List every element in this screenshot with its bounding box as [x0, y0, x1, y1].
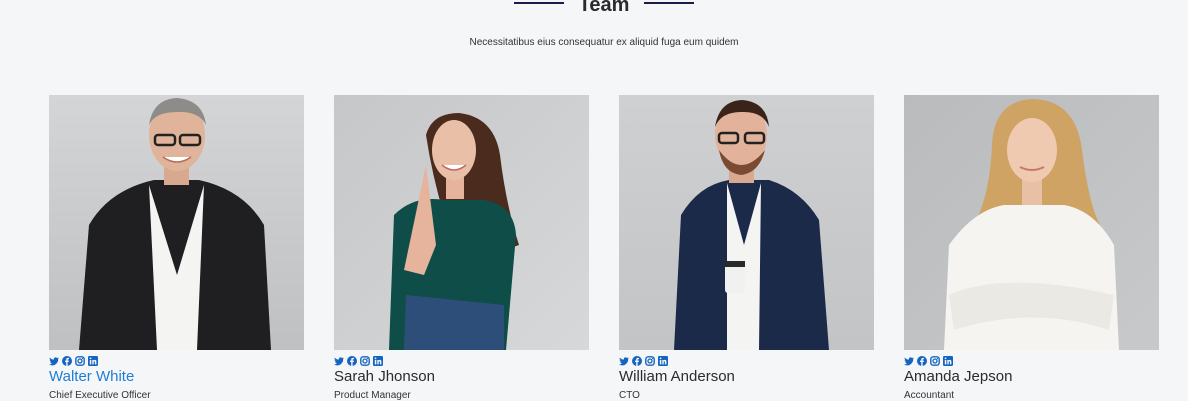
member-photo [904, 95, 1159, 350]
social-links [904, 353, 1159, 366]
linkedin-icon[interactable] [373, 353, 383, 366]
section-header: Team [0, 0, 1188, 24]
team-member-card: William Anderson CTO [619, 95, 874, 401]
linkedin-icon[interactable] [658, 353, 668, 366]
member-role: CTO [619, 390, 640, 401]
linkedin-icon[interactable] [943, 353, 953, 366]
section-title: Team [578, 0, 630, 16]
member-role: Product Manager [334, 390, 411, 401]
team-member-card: Walter White Chief Executive Officer [49, 95, 304, 401]
instagram-icon[interactable] [75, 353, 85, 366]
member-name[interactable]: Walter White [49, 368, 304, 385]
facebook-icon[interactable] [62, 353, 72, 366]
twitter-icon[interactable] [49, 353, 59, 366]
social-links [619, 353, 874, 366]
instagram-icon[interactable] [930, 353, 940, 366]
member-name[interactable]: Amanda Jepson [904, 368, 1159, 385]
social-links [334, 353, 589, 366]
facebook-icon[interactable] [632, 353, 642, 366]
team-member-card: Sarah Jhonson Product Manager [334, 95, 589, 401]
instagram-icon[interactable] [645, 353, 655, 366]
facebook-icon[interactable] [917, 353, 927, 366]
member-name[interactable]: William Anderson [619, 368, 874, 385]
title-rule-right [644, 2, 694, 4]
member-name[interactable]: Sarah Jhonson [334, 368, 589, 385]
team-member-card: Amanda Jepson Accountant [904, 95, 1159, 401]
twitter-icon[interactable] [619, 353, 629, 366]
section-subtitle: Necessitatibus eius consequatur ex aliqu… [469, 37, 739, 48]
member-photo [619, 95, 874, 350]
facebook-icon[interactable] [347, 353, 357, 366]
linkedin-icon[interactable] [88, 353, 98, 366]
twitter-icon[interactable] [904, 353, 914, 366]
member-photo [334, 95, 589, 350]
social-links [49, 353, 304, 366]
member-role: Accountant [904, 390, 955, 401]
twitter-icon[interactable] [334, 353, 344, 366]
instagram-icon[interactable] [360, 353, 370, 366]
member-photo [49, 95, 304, 350]
member-role: Chief Executive Officer [49, 390, 151, 401]
